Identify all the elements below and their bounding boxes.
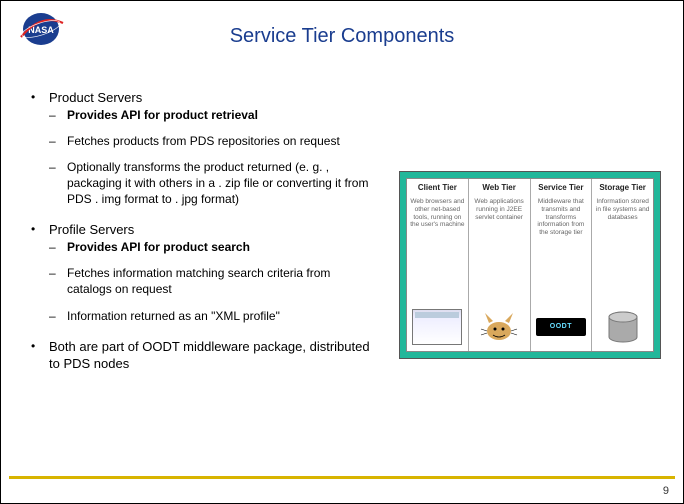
diagram-column: Service Tier Middleware that transmits an… — [531, 179, 593, 351]
sub-bullet-text: Provides API for product search — [67, 240, 250, 254]
sub-bullet: Information returned as an "XML profile" — [49, 308, 371, 324]
sub-bullet-text: Provides API for product retrieval — [67, 108, 258, 122]
diagram-column-desc: Web browsers and other net-based tools, … — [410, 198, 465, 229]
bullet-heading: Both are part of OODT middleware package… — [49, 339, 370, 372]
page-number: 9 — [663, 485, 669, 497]
tomcat-icon — [472, 307, 527, 347]
bullet-item: Profile Servers Provides API for product … — [31, 221, 371, 323]
diagram-column-title: Web Tier — [472, 183, 527, 192]
sub-bullet: Fetches products from PDS repositories o… — [49, 133, 371, 149]
diagram-column-title: Service Tier — [534, 183, 589, 192]
diagram-column-title: Storage Tier — [595, 183, 650, 192]
sub-bullet: Fetches information matching search crit… — [49, 265, 371, 297]
sub-bullet: Provides API for product search — [49, 239, 371, 255]
bullet-heading: Profile Servers — [49, 222, 134, 237]
sub-bullet-text: Optionally transforms the product return… — [67, 160, 368, 206]
architecture-diagram: Client Tier Web browsers and other net-ba… — [399, 171, 661, 359]
diagram-column-desc: Web applications running in J2EE servlet… — [472, 198, 527, 221]
bullet-item: Both are part of OODT middleware package… — [31, 338, 371, 373]
footer-accent-line — [9, 476, 675, 479]
diagram-column: Storage Tier Information stored in file s… — [592, 179, 653, 351]
sub-bullet-text: Fetches products from PDS repositories o… — [67, 134, 340, 148]
content-body: Product Servers Provides API for product … — [31, 89, 371, 387]
sub-bullet-text: Fetches information matching search crit… — [67, 266, 330, 296]
database-cylinder-icon — [595, 307, 650, 347]
slide: NASA Service Tier Components Product Ser… — [0, 0, 684, 504]
diagram-column-title: Client Tier — [410, 183, 465, 192]
sub-bullet: Provides API for product retrieval — [49, 107, 371, 123]
bullet-item: Product Servers Provides API for product … — [31, 89, 371, 207]
slide-title: Service Tier Components — [1, 25, 683, 48]
oodt-label: OODT — [536, 318, 586, 336]
browser-icon — [410, 307, 465, 347]
sub-bullet-text: Information returned as an "XML profile" — [67, 309, 280, 323]
diagram-column-desc: Middleware that transmits and transforms… — [534, 198, 589, 237]
sub-bullet: Optionally transforms the product return… — [49, 159, 371, 208]
diagram-column-desc: Information stored in file systems and d… — [595, 198, 650, 221]
bullet-heading: Product Servers — [49, 90, 142, 105]
diagram-column: Client Tier Web browsers and other net-ba… — [407, 179, 469, 351]
diagram-column: Web Tier Web applications running in J2EE… — [469, 179, 531, 351]
oodt-badge-icon: OODT — [534, 307, 589, 347]
